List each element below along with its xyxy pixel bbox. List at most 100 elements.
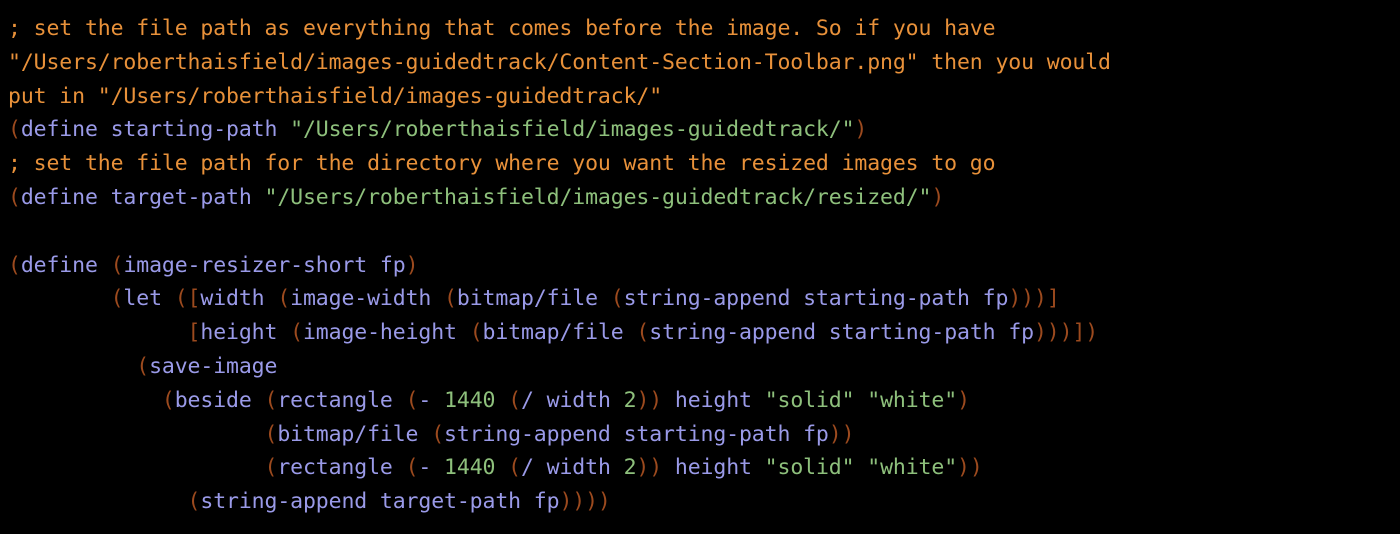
code-line[interactable]: (bitmap/file (string-append starting-pat…	[8, 418, 1400, 452]
code-line[interactable]: (let ([width (image-width (bitmap/file (…	[8, 282, 1400, 316]
code-token-symbol: rectangle	[277, 455, 406, 481]
code-token-paren: (	[264, 387, 278, 413]
code-token-paren: (	[290, 320, 303, 346]
code-line[interactable]: [height (image-height (bitmap/file (stri…	[8, 316, 1400, 350]
code-token-paren: (	[405, 387, 419, 413]
code-token-number: 1440	[444, 455, 509, 481]
code-token-symbol: string-append target-path fp	[200, 489, 560, 515]
code-line[interactable]: ; set the file path as everything that c…	[8, 12, 1400, 46]
code-token-symbol: string-append starting-path fp	[649, 320, 1034, 346]
code-token-paren: (	[161, 387, 175, 413]
code-token-symbol: bitmap/file	[482, 320, 637, 346]
code-token-paren: )	[957, 387, 970, 413]
code-token-paren: )))	[1008, 286, 1047, 312]
code-token-paren: ))	[636, 387, 663, 413]
code-token-symbol: image-width	[290, 286, 445, 312]
code-token-string: "solid" "white"	[764, 387, 958, 413]
code-line[interactable]: "/Users/roberthaisfield/images-guidedtra…	[8, 46, 1400, 80]
code-token-symbol: height	[662, 387, 765, 413]
code-token-symbol: define target-path	[20, 184, 265, 210]
code-token-paren: )	[1085, 320, 1099, 346]
code-token-paren: (	[110, 286, 124, 312]
code-token-paren: (	[110, 252, 124, 278]
code-token-symbol: height	[662, 455, 765, 481]
code-token-paren: (	[469, 320, 483, 346]
code-token-string: "/Users/roberthaisfield/images-guidedtra…	[290, 117, 855, 143]
code-line[interactable]: (string-append target-path fp))))	[8, 485, 1400, 519]
code-token-paren: )))	[1033, 320, 1073, 346]
code-token-paren: ))	[636, 455, 663, 481]
code-token-bracket: [	[187, 286, 201, 312]
code-token-symbol: string-append starting-path fp	[623, 286, 1009, 312]
code-line[interactable]	[8, 215, 1400, 249]
code-token-paren: (	[610, 286, 624, 312]
code-token-paren: (	[508, 455, 521, 481]
code-token-paren: (	[8, 252, 21, 278]
code-line[interactable]: ; set the file path for the directory wh…	[8, 147, 1400, 181]
code-token-symbol: beside	[174, 387, 265, 413]
code-token-paren: ))	[828, 421, 855, 447]
code-token-symbol: save-image	[149, 353, 278, 379]
code-token-paren: (	[277, 286, 291, 312]
code-token-paren: )	[931, 184, 945, 210]
code-token-string: "/Users/roberthaisfield/images-guidedtra…	[264, 184, 932, 210]
code-token-paren: ))	[957, 455, 983, 481]
code-token-symbol: -	[418, 387, 445, 413]
code-token-comment: put in "/Users/roberthaisfield/images-gu…	[8, 83, 663, 109]
code-token-symbol: define	[20, 252, 111, 278]
code-token-bracket: [	[187, 320, 201, 346]
code-token-number: 2	[623, 455, 637, 481]
code-line[interactable]: (define (image-resizer-short fp)	[8, 249, 1400, 283]
code-token-paren: )	[405, 252, 419, 278]
code-token-symbol: / width	[521, 455, 624, 481]
code-token-paren: (	[508, 387, 522, 413]
code-token-comment: "/Users/roberthaisfield/images-guidedtra…	[8, 49, 1111, 75]
code-token-symbol: define starting-path	[20, 117, 291, 143]
code-token-number: 2	[623, 387, 637, 413]
code-token-paren: (	[187, 489, 201, 515]
code-token-bracket: ]	[1046, 286, 1060, 312]
code-line[interactable]: (define target-path "/Users/roberthaisfi…	[8, 181, 1400, 215]
code-token-symbol: bitmap/file	[277, 421, 432, 447]
code-line[interactable]: (define starting-path "/Users/roberthais…	[8, 113, 1400, 147]
code-token-number: 1440	[444, 387, 509, 413]
code-token-paren: (	[8, 184, 21, 210]
code-token-symbol: width	[200, 286, 278, 312]
code-token-symbol: image-height	[302, 320, 470, 346]
code-token-paren: (	[444, 286, 457, 312]
code-token-paren: (	[405, 455, 419, 481]
code-token-comment: ; set the file path as everything that c…	[8, 16, 996, 41]
code-token-paren: (	[136, 353, 150, 379]
code-token-string: "solid" "white"	[764, 455, 958, 481]
code-token-symbol: -	[418, 455, 445, 481]
code-token-symbol: bitmap/file	[456, 286, 611, 312]
code-token-symbol: image-resizer-short fp	[123, 252, 406, 278]
code-token-paren: (	[8, 117, 21, 143]
code-token-paren: (	[174, 286, 188, 312]
code-token-paren: (	[431, 421, 445, 447]
code-line[interactable]: (beside (rectangle (- 1440 (/ width 2)) …	[8, 384, 1400, 418]
code-token-symbol: let	[123, 286, 175, 312]
code-line[interactable]: (save-image	[8, 350, 1400, 384]
code-token-symbol: height	[200, 320, 291, 346]
code-line[interactable]: put in "/Users/roberthaisfield/images-gu…	[8, 80, 1400, 114]
code-editor[interactable]: ; set the file path as everything that c…	[0, 0, 1400, 534]
code-line[interactable]: (rectangle (- 1440 (/ width 2)) height "…	[8, 451, 1400, 485]
code-token-symbol: rectangle	[277, 387, 406, 413]
code-token-symbol: / width	[521, 387, 624, 413]
code-token-paren: )	[854, 117, 868, 143]
code-token-paren: (	[264, 455, 278, 481]
code-token-paren: (	[636, 320, 650, 346]
code-token-bracket: ]	[1072, 320, 1086, 346]
code-token-paren: (	[264, 421, 278, 447]
code-token-comment: ; set the file path for the directory wh…	[8, 151, 996, 177]
code-token-symbol: string-append starting-path fp	[444, 421, 829, 447]
code-token-paren: ))))	[559, 489, 611, 515]
